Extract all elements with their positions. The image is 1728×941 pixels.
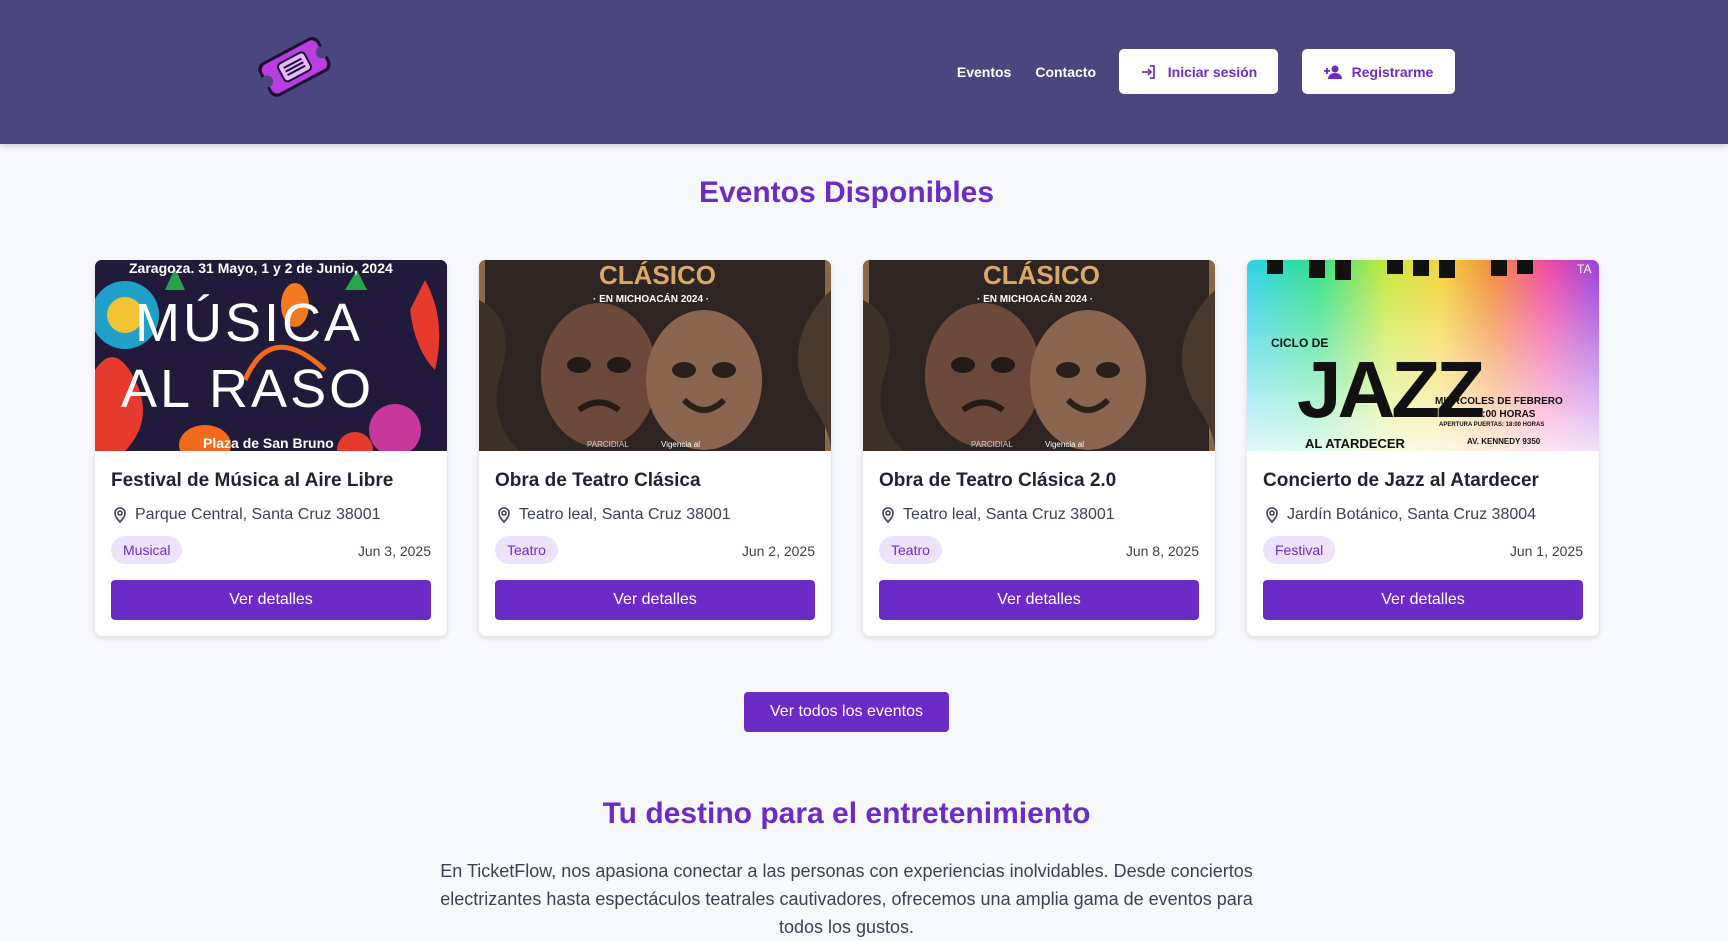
view-details-button[interactable]: Ver detalles	[1263, 580, 1583, 620]
site-header: Eventos Contacto Iniciar sesión Registra…	[0, 0, 1728, 144]
event-card: Zaragoza. 31 Mayo, 1 y 2 de Junio, 2024 …	[95, 260, 447, 636]
event-card: CICLO DE JAZZ AL ATARDECER MIÉRCOLES DE …	[1247, 260, 1599, 636]
poster-doors-text: APERTURA PUERTAS: 18:00 HORAS	[1439, 422, 1545, 428]
event-location-text: Parque Central, Santa Cruz 38001	[135, 506, 381, 523]
poster-bottom-left: PARCIDIAL	[587, 440, 629, 449]
event-date: Jun 2, 2025	[741, 543, 815, 559]
map-pin-icon	[879, 506, 897, 524]
event-date: Jun 1, 2025	[1509, 543, 1583, 559]
poster-bottom-text: Plaza de San Bruno	[203, 435, 334, 451]
map-pin-icon	[111, 506, 129, 524]
event-title: Obra de Teatro Clásica	[495, 470, 701, 491]
event-location-text: Teatro leal, Santa Cruz 38001	[903, 506, 1115, 523]
view-details-button[interactable]: Ver detalles	[879, 580, 1199, 620]
register-button[interactable]: Registrarme	[1302, 49, 1455, 94]
login-button[interactable]: Iniciar sesión	[1119, 49, 1278, 94]
event-location: Teatro leal, Santa Cruz 38001	[495, 506, 731, 524]
event-date: Jun 3, 2025	[357, 543, 431, 559]
poster-address-text: AV. KENNEDY 9350	[1467, 437, 1541, 446]
poster-date-text: MIÉRCOLES DE FEBRERO	[1435, 396, 1563, 407]
nav-eventos[interactable]: Eventos	[957, 64, 1011, 80]
poster-line2: AL RASO	[121, 359, 375, 419]
event-category-badge: Teatro	[879, 536, 942, 564]
login-label: Iniciar sesión	[1167, 63, 1258, 80]
poster-top-text: CLÁSICO	[983, 260, 1100, 290]
poster-time-text: 20:00 HORAS	[1471, 409, 1536, 420]
event-card: CLÁSICO · EN MICHOACÁN 2024 · PARCIDIAL …	[863, 260, 1215, 636]
map-pin-icon	[1263, 506, 1281, 524]
poster-line1: MÚSICA	[135, 293, 364, 353]
poster-bottom-right: Vigencia al	[661, 440, 700, 449]
view-all-events-button[interactable]: Ver todos los eventos	[744, 692, 949, 732]
event-cards: Zaragoza. 31 Mayo, 1 y 2 de Junio, 2024 …	[95, 260, 1599, 636]
register-label: Registrarme	[1351, 63, 1434, 80]
events-section-title: Eventos Disponibles	[698, 176, 995, 209]
event-category-badge: Festival	[1263, 536, 1336, 564]
event-location-text: Jardín Botánico, Santa Cruz 38004	[1287, 506, 1537, 523]
event-location-text: Teatro leal, Santa Cruz 38001	[519, 506, 731, 523]
event-poster-image[interactable]: CLÁSICO · EN MICHOACÁN 2024 · PARCIDIAL …	[863, 260, 1215, 451]
event-card: CLÁSICO · EN MICHOACÁN 2024 · PARCIDIAL …	[479, 260, 831, 636]
poster-corner-text: TA	[1577, 262, 1592, 276]
event-category-badge: Teatro	[495, 536, 558, 564]
poster-bottom-left: PARCIDIAL	[971, 440, 1013, 449]
ticket-icon[interactable]	[254, 30, 334, 102]
event-title: Festival de Música al Aire Libre	[111, 470, 394, 491]
event-title: Obra de Teatro Clásica 2.0	[879, 470, 1117, 491]
poster-sub-text: · EN MICHOACÁN 2024 ·	[593, 294, 710, 305]
add-user-icon	[1323, 64, 1342, 80]
event-location: Parque Central, Santa Cruz 38001	[111, 506, 380, 524]
poster-sub-text: · EN MICHOACÁN 2024 ·	[977, 294, 1094, 305]
poster-top-text: Zaragoza. 31 Mayo, 1 y 2 de Junio, 2024	[129, 260, 393, 276]
event-poster-image[interactable]: CLÁSICO · EN MICHOACÁN 2024 · PARCIDIAL …	[479, 260, 831, 451]
map-pin-icon	[495, 506, 513, 524]
nav-contacto[interactable]: Contacto	[1035, 64, 1096, 80]
about-section-title: Tu destino para el entretenimiento	[602, 797, 1091, 830]
login-icon	[1140, 63, 1158, 81]
event-location: Jardín Botánico, Santa Cruz 38004	[1263, 506, 1536, 524]
event-category-badge: Musical	[111, 536, 183, 564]
poster-bottom-right: Vigencia al	[1045, 440, 1084, 449]
event-location: Teatro leal, Santa Cruz 38001	[879, 506, 1115, 524]
view-details-button[interactable]: Ver detalles	[111, 580, 431, 620]
event-poster-image[interactable]: Zaragoza. 31 Mayo, 1 y 2 de Junio, 2024 …	[95, 260, 447, 451]
view-details-button[interactable]: Ver detalles	[495, 580, 815, 620]
event-date: Jun 8, 2025	[1125, 543, 1199, 559]
poster-top-text: CLÁSICO	[599, 260, 716, 290]
main-nav: Eventos Contacto Iniciar sesión Registra…	[957, 49, 1455, 94]
about-text: En TicketFlow, nos apasiona conectar a l…	[440, 861, 1253, 937]
poster-post-text: AL ATARDECER	[1305, 436, 1405, 451]
event-poster-image[interactable]: CICLO DE JAZZ AL ATARDECER MIÉRCOLES DE …	[1247, 260, 1599, 451]
event-title: Concierto de Jazz al Atardecer	[1263, 470, 1539, 491]
